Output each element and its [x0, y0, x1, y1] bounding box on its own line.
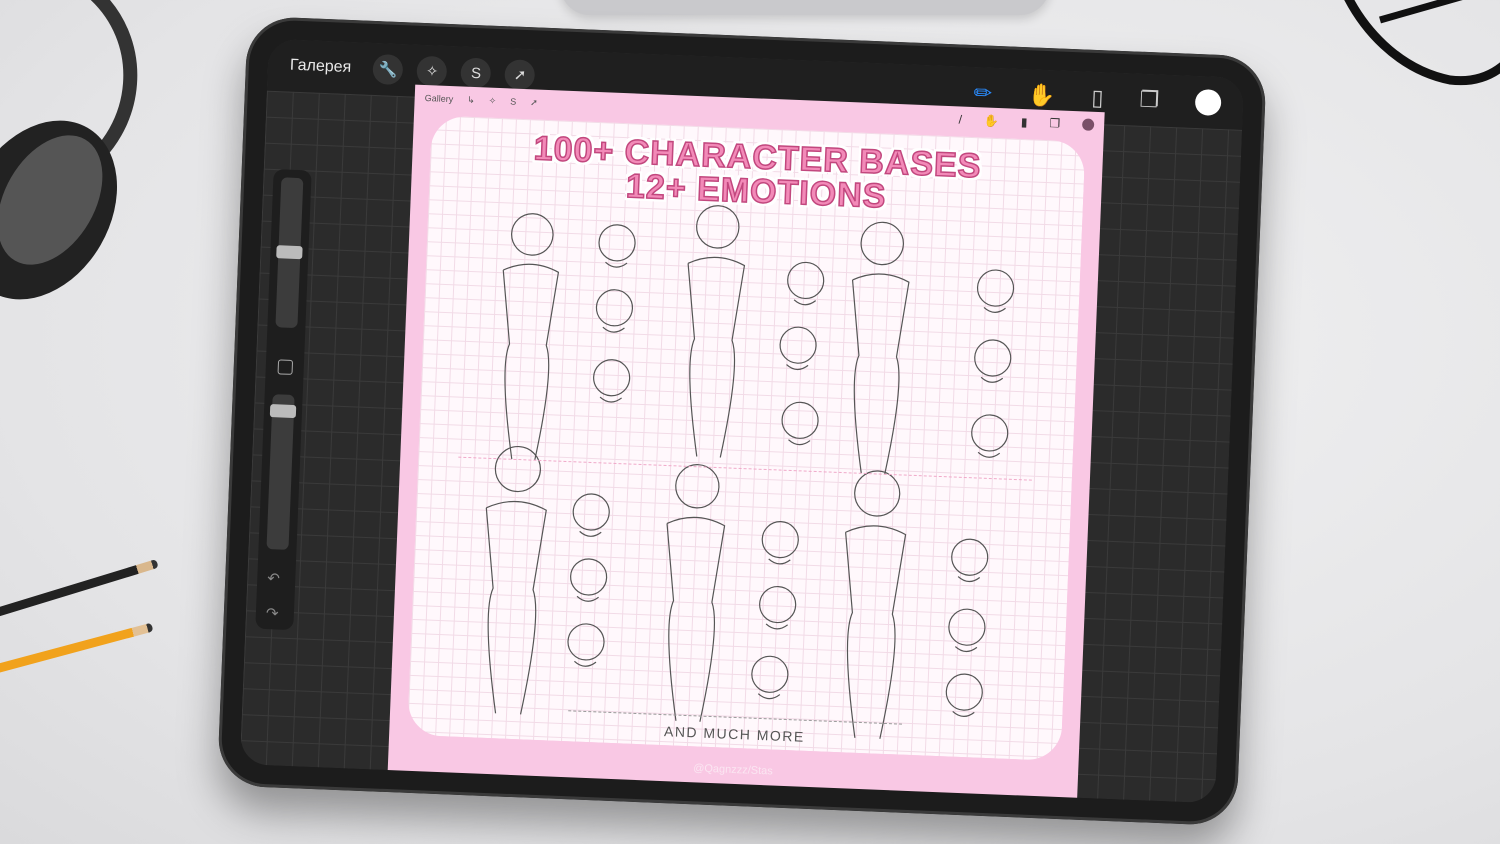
magic-wand-icon[interactable]: ✧: [416, 55, 448, 87]
figure-body: [502, 263, 560, 461]
modify-button[interactable]: [277, 359, 294, 375]
inner-smudge-icon: ✋: [983, 113, 1000, 129]
emotion-head: [976, 269, 1015, 307]
inner-color-icon: [1081, 118, 1095, 131]
emotion-shoulders: [954, 646, 978, 653]
undo-icon[interactable]: ↶: [267, 569, 280, 587]
character-sheet: 100+ CHARACTER BASES 12+ EMOTIONS AND MU…: [407, 115, 1086, 762]
emotion-head: [593, 359, 631, 397]
emotion-head: [598, 224, 636, 262]
pencil-yellow: [0, 622, 154, 675]
inner-arrow-icon: ➚: [530, 96, 539, 108]
emotion-head: [974, 339, 1012, 377]
brush-icon[interactable]: ✏: [973, 80, 992, 107]
headphones-image: [0, 0, 138, 300]
figure-head: [511, 213, 554, 256]
emotion-shoulders: [605, 261, 628, 268]
inner-wand-icon: ✧: [488, 95, 497, 106]
opacity-slider[interactable]: [266, 394, 297, 550]
emotion-shoulders: [952, 711, 975, 718]
inner-selection-icon: S: [510, 96, 517, 107]
pencil-black: [0, 559, 159, 619]
glasses-image: [1344, 0, 1500, 86]
emotion-shoulders: [574, 660, 597, 667]
artwork-canvas[interactable]: Gallery ↳ ✧ S ➚ / ✋ ▮ ❐ 100+ CHARACTER B…: [387, 84, 1105, 802]
emotion-shoulders: [579, 530, 602, 537]
figure-body: [845, 525, 907, 739]
ipad-device: Галерея 🔧 ✧ S ➚ ✏ ✋ ▯ ❐ ↶ ↷ Gallery ↳ ✧ …: [216, 15, 1268, 827]
figure-head: [854, 470, 901, 517]
brush-size-slider[interactable]: [275, 177, 304, 329]
color-icon[interactable]: [1194, 88, 1222, 116]
emotion-head: [761, 521, 799, 559]
redo-icon[interactable]: ↷: [266, 604, 279, 622]
emotion-head: [948, 608, 986, 646]
emotion-shoulders: [793, 299, 817, 306]
smudge-icon[interactable]: ✋: [1028, 82, 1056, 109]
left-sidebar: ↶ ↷: [255, 169, 312, 631]
emotion-shoulders: [765, 623, 789, 630]
emotion-shoulders: [768, 558, 791, 565]
transform-arrow-icon[interactable]: ➚: [504, 59, 536, 91]
emotion-head: [572, 493, 610, 531]
emotion-shoulders: [980, 376, 1004, 383]
emotion-head: [595, 289, 634, 327]
figure-head: [696, 205, 740, 249]
emotion-head: [971, 414, 1009, 452]
figure-body: [851, 273, 910, 475]
inner-gallery-label: Gallery: [424, 93, 454, 105]
emotion-head: [570, 558, 608, 596]
figure-body: [666, 516, 726, 722]
emotion-head: [779, 326, 817, 364]
monitor-stand: [560, 0, 1050, 15]
emotion-head: [787, 261, 825, 300]
emotion-shoulders: [757, 693, 781, 700]
emotion-head: [951, 538, 989, 576]
eraser-icon[interactable]: ▯: [1091, 85, 1104, 111]
figure-head: [675, 464, 720, 509]
figure-head: [494, 445, 541, 493]
emotion-head: [945, 673, 983, 711]
layers-icon[interactable]: ❐: [1139, 87, 1160, 114]
emotion-head: [751, 655, 789, 693]
emotion-shoulders: [602, 326, 625, 333]
emotion-shoulders: [977, 451, 1001, 458]
emotion-shoulders: [983, 306, 1006, 313]
selection-icon[interactable]: S: [460, 57, 492, 89]
inner-wrench-icon: ↳: [467, 94, 475, 105]
emotion-head: [567, 623, 605, 661]
figure-body: [485, 500, 547, 715]
emotion-head: [781, 401, 819, 439]
emotion-shoulders: [599, 396, 622, 403]
emotion-shoulders: [788, 439, 811, 446]
gallery-button[interactable]: Галерея: [290, 57, 352, 77]
inner-layers-icon: ❐: [1049, 116, 1061, 131]
character-drawings: [485, 205, 1015, 739]
emotion-shoulders: [957, 576, 981, 583]
emotion-shoulders: [786, 364, 809, 371]
figure-body: [687, 256, 746, 458]
inner-brush-icon: /: [958, 112, 963, 127]
emotion-shoulders: [576, 595, 599, 602]
wrench-icon[interactable]: 🔧: [372, 53, 404, 86]
emotion-head: [759, 585, 797, 624]
inner-eraser-icon: ▮: [1020, 114, 1028, 130]
procreate-screen: Галерея 🔧 ✧ S ➚ ✏ ✋ ▯ ❐ ↶ ↷ Gallery ↳ ✧ …: [239, 38, 1245, 804]
figure-head: [860, 221, 904, 266]
